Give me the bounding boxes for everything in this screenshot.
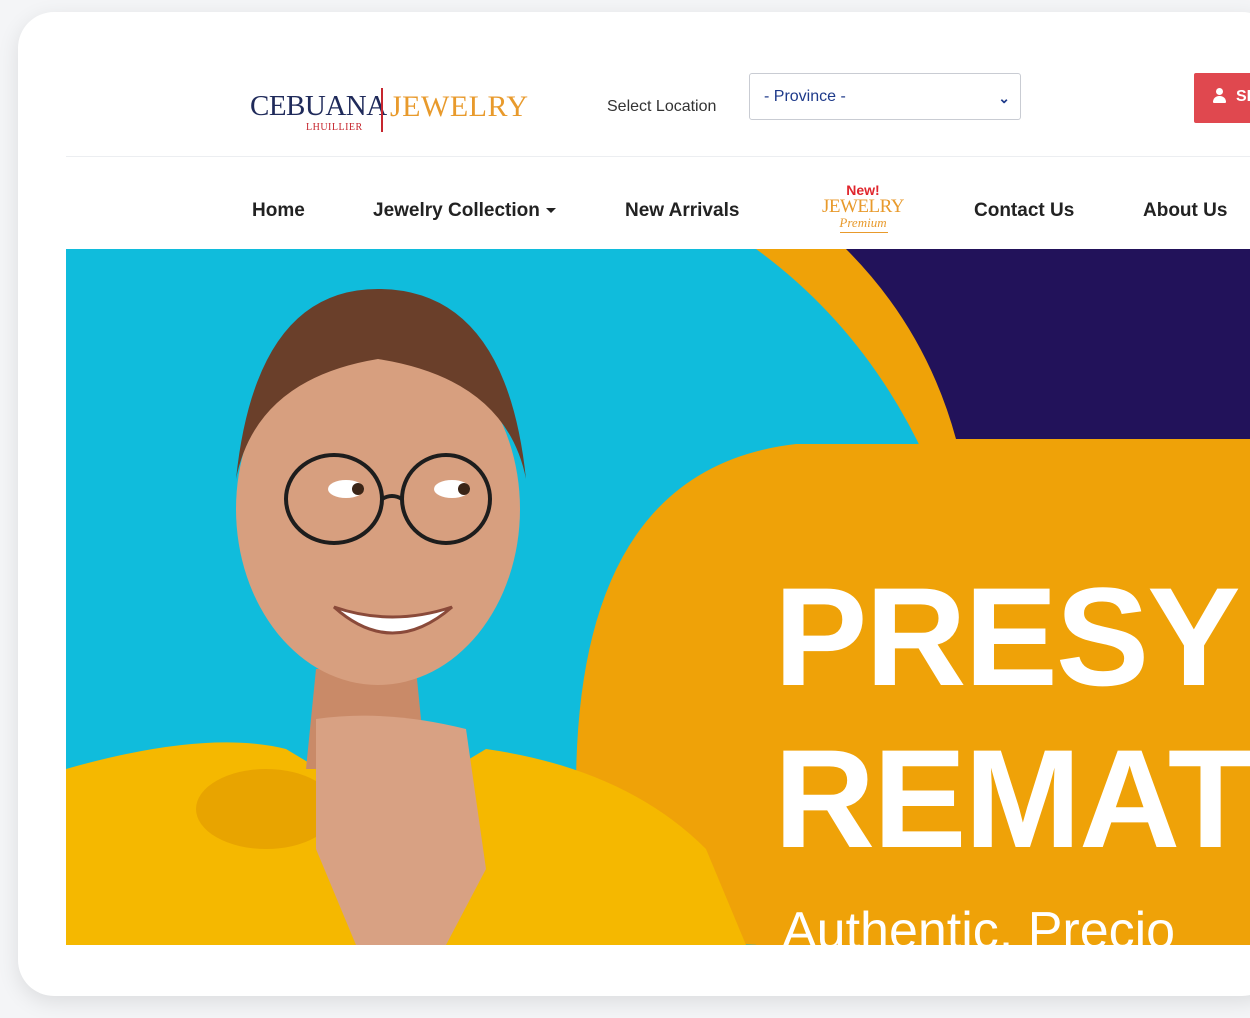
nav-jewelry-collection[interactable]: Jewelry Collection	[373, 200, 556, 222]
user-icon	[1212, 88, 1226, 104]
chevron-down-icon: ⌄	[998, 90, 1010, 106]
nav-home[interactable]: Home	[252, 200, 305, 222]
headline-line-2: REMAT	[774, 720, 1250, 877]
banner-tagline: Authentic, Precio	[782, 902, 1176, 945]
premium-underline	[840, 232, 888, 233]
nav-new-arrivals[interactable]: New Arrivals	[625, 200, 739, 222]
nav-jewelry-premium[interactable]: New! JEWELRY Premium	[808, 182, 918, 242]
headline-line-1: PRESY	[774, 558, 1241, 715]
logo-divider	[381, 88, 383, 132]
premium-script-text: Premium	[839, 215, 887, 230]
caret-down-icon	[545, 208, 556, 214]
header-divider	[66, 156, 1250, 157]
province-select[interactable]: - Province - ⌄	[749, 73, 1021, 120]
province-select-value: - Province -	[764, 88, 846, 105]
cebuana-jewelry-logo[interactable]: CEBUANA LHUILLIER JEWELRY	[250, 76, 550, 136]
select-location-label: Select Location	[607, 98, 717, 115]
nav-about-us[interactable]: About Us	[1143, 200, 1227, 222]
logo-sub-text: LHUILLIER	[306, 122, 363, 133]
sign-in-label: SI	[1236, 88, 1250, 105]
sign-in-button[interactable]: SI	[1194, 73, 1250, 123]
hero-banner[interactable]: PRESY REMAT Authentic, Precio	[66, 249, 1250, 945]
nav-contact-us[interactable]: Contact Us	[974, 200, 1074, 222]
logo-brand-text: CEBUANA	[250, 90, 387, 122]
logo-product-text: JEWELRY	[390, 90, 529, 123]
page-card: CEBUANA LHUILLIER JEWELRY Select Locatio…	[18, 12, 1250, 996]
nav-jewelry-collection-label: Jewelry Collection	[373, 200, 540, 221]
